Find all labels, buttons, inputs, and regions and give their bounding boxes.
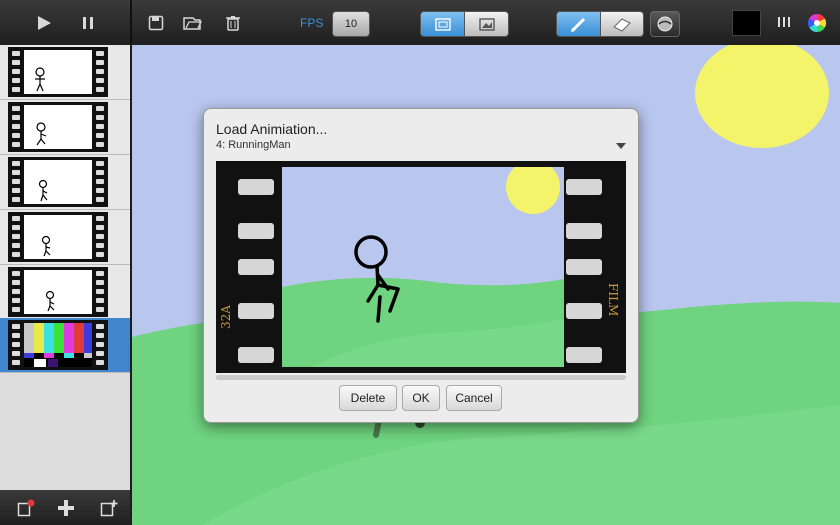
frame-film: [8, 320, 108, 370]
stick-figure: [38, 179, 48, 202]
fps-value: 10: [344, 18, 358, 30]
delete-frame-icon: [17, 499, 35, 517]
fps-input[interactable]: 10: [332, 11, 370, 37]
chevron-down-icon[interactable]: [616, 143, 626, 149]
color-wheel-button[interactable]: [806, 12, 828, 34]
pencil-icon: [570, 17, 585, 32]
frame-film: [8, 47, 108, 97]
stick-figure: [36, 122, 47, 146]
frame-thumbnail[interactable]: [0, 155, 130, 210]
frame-thumbnail[interactable]: [0, 265, 130, 320]
preview-scrollbar[interactable]: [216, 375, 626, 380]
eraser-tool[interactable]: [600, 11, 644, 37]
add-frame-icon: [58, 500, 74, 516]
open-icon: [183, 17, 202, 30]
top-toolbar: FPS 10: [0, 0, 840, 46]
toolbar-divider: [130, 0, 132, 45]
add-frame-button[interactable]: [55, 497, 77, 519]
ok-button[interactable]: OK: [402, 385, 440, 411]
frame-film: [8, 157, 108, 207]
fill-tool[interactable]: [650, 11, 680, 37]
film-brand-label: FILM: [606, 283, 620, 317]
preview-scene: [282, 167, 564, 367]
play-button[interactable]: [32, 12, 56, 34]
trash-icon: [226, 16, 240, 31]
fps-label: FPS: [300, 16, 324, 30]
load-animation-dialog: Load Animiation... 4: RunningMan 32A FIL…: [203, 108, 639, 423]
frame-controls: [0, 490, 130, 525]
frame-film: [8, 267, 108, 317]
save-icon: [148, 15, 164, 31]
animation-preview: 32A FILM: [216, 161, 626, 373]
trash-button[interactable]: [222, 12, 244, 34]
eraser-icon: [613, 18, 631, 32]
frame-thumbnail-selected[interactable]: [0, 318, 130, 373]
fill-icon: [657, 16, 673, 32]
save-button[interactable]: [145, 12, 167, 34]
open-button[interactable]: [180, 12, 204, 34]
stick-figure: [45, 290, 55, 312]
duplicate-frame-button[interactable]: [98, 497, 120, 519]
sun: [506, 167, 560, 214]
onion-skin-icon: [434, 17, 451, 31]
pause-icon: [83, 17, 93, 29]
frame-thumbnail[interactable]: [0, 210, 130, 265]
frame-film: [8, 212, 108, 262]
stick-figure: [41, 235, 51, 257]
frame-thumbnail[interactable]: [0, 100, 130, 155]
brush-size-icon: [778, 17, 790, 27]
cancel-button[interactable]: Cancel: [446, 385, 502, 411]
background-toggle[interactable]: [464, 11, 509, 37]
stick-figure: [35, 67, 45, 92]
frame-sidebar: [0, 45, 132, 525]
color-wheel-icon: [807, 13, 827, 33]
delete-frame-button[interactable]: [15, 497, 37, 519]
background-icon: [478, 17, 495, 31]
dialog-title: Load Animiation...: [216, 121, 328, 137]
preview-window: [282, 167, 564, 367]
film-code-label: 32A: [219, 305, 233, 329]
pause-button[interactable]: [76, 12, 100, 34]
color-bars: [24, 323, 92, 367]
current-color-swatch[interactable]: [732, 10, 761, 36]
duplicate-frame-icon: [100, 500, 118, 517]
onion-skin-toggle[interactable]: [420, 11, 465, 37]
pencil-tool[interactable]: [556, 11, 601, 37]
delete-button[interactable]: Delete: [339, 385, 397, 411]
play-icon: [38, 16, 51, 30]
brush-size-button[interactable]: [774, 12, 794, 32]
sun: [695, 45, 829, 148]
frame-thumbnail[interactable]: [0, 45, 130, 100]
animation-select[interactable]: 4: RunningMan: [216, 139, 291, 151]
frame-film: [8, 102, 108, 152]
